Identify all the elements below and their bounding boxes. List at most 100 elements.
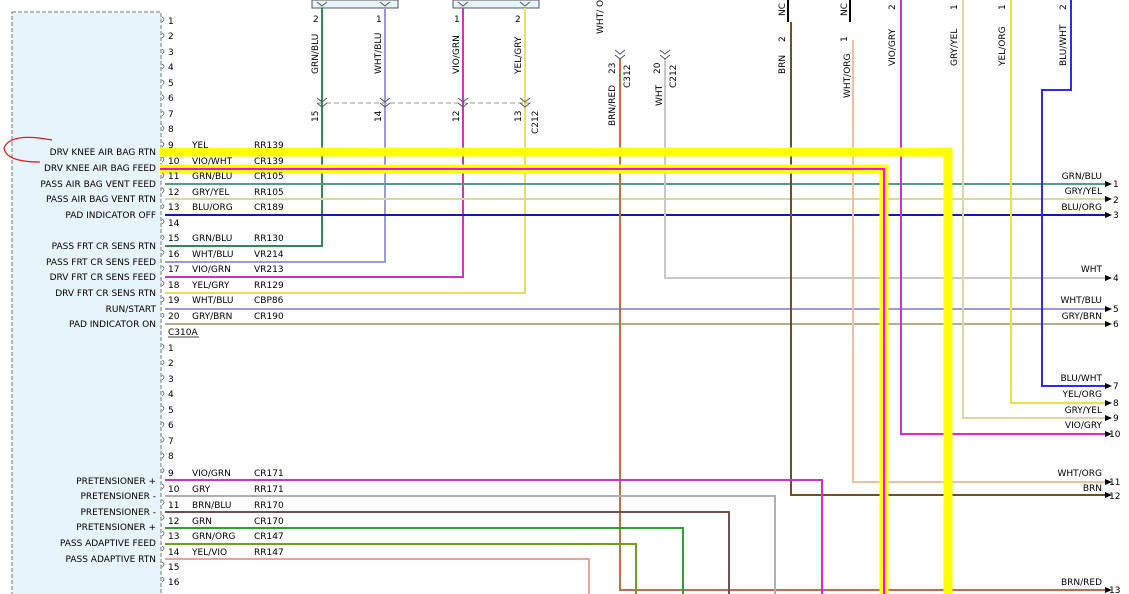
pin-number: 17: [168, 265, 179, 275]
wire-grn-blu-15: [165, 8, 323, 247]
wire-color-vertical: WHT/ORG: [843, 53, 853, 98]
wire-color: BLU/ORG: [192, 203, 233, 213]
wire-color: BRN: [1083, 484, 1102, 494]
module-label: PRETENSIONER +: [76, 523, 156, 533]
pin-number: 9: [168, 141, 174, 151]
module-label: DRV FRT CR SENS FEED: [50, 273, 156, 283]
wire-color-vertical: WHT: [655, 84, 665, 106]
pin-number: 8: [168, 452, 174, 462]
wire-color: GRY/YEL: [1065, 406, 1102, 416]
pin-number: 7: [168, 110, 174, 120]
pin-number: 15: [311, 111, 321, 122]
pins-a-top: 1 2 3 4 5 6 7 8: [168, 17, 174, 135]
arrow-icon: [1105, 415, 1112, 421]
pin-number: 2: [778, 36, 788, 42]
circuit-id: CBP86: [254, 296, 284, 306]
pin-number: 11: [168, 172, 179, 182]
arrow-icon: [1105, 383, 1112, 389]
arrow-icon: [1105, 321, 1112, 327]
wire-color-vertical: VIO/GRY: [888, 28, 898, 66]
pin-number: 13: [168, 532, 179, 542]
wire-color: GRN/BLU: [192, 172, 232, 182]
pin-number: 6: [168, 421, 174, 431]
circuit-id: RR105: [254, 188, 284, 198]
pin-number: 8: [1113, 399, 1119, 409]
pin-number: 9: [168, 469, 174, 479]
module-label: DRV KNEE AIR BAG FEED: [44, 164, 156, 174]
pin-number: 2: [1059, 4, 1069, 10]
pin-number: 16: [168, 578, 180, 588]
circuit-id: RR139: [254, 141, 284, 151]
wire-color: GRY/YEL: [192, 188, 229, 198]
circuit-id: RR171: [254, 485, 284, 495]
pin-number: 3: [168, 375, 174, 385]
pin-number: 16: [168, 250, 180, 260]
pin-number: 5: [168, 79, 174, 89]
pin-number: 6: [1113, 320, 1119, 330]
pin-number: 3: [168, 48, 174, 58]
wire-color: BRN/RED: [1061, 578, 1102, 588]
module-label: PASS FRT CR SENS FEED: [46, 258, 156, 268]
arrow-icon: [1105, 181, 1112, 187]
pin-number: 20: [168, 312, 180, 322]
pin-number: 19: [168, 296, 180, 306]
wire-color: VIO/GRY: [1065, 421, 1103, 431]
wire-color-vertical: GRN/BLU: [311, 34, 321, 74]
wire-color: GRN/ORG: [192, 532, 235, 542]
pin-number: 10: [168, 157, 180, 167]
module-label: PASS AIR BAG VENT RTN: [46, 195, 156, 205]
arrow-icon: [1105, 212, 1112, 218]
circuit-id: CR105: [254, 172, 284, 182]
pin-number: 1: [950, 4, 960, 10]
wire-color: WHT/BLU: [192, 250, 234, 260]
pin-number: 1: [454, 15, 460, 25]
pin-number: 2: [888, 4, 898, 10]
connector-label-c212: C212: [531, 111, 541, 134]
wire-color: BLU/WHT: [1060, 374, 1102, 384]
wire-color-vertical: BRN: [778, 55, 788, 74]
pin-number: 4: [168, 390, 174, 400]
wire-color-vertical: WHT/ ORG: [596, 0, 606, 34]
wires-section-a: [165, 0, 1105, 594]
wire-color: YEL/ORG: [1061, 390, 1102, 400]
pin-number: 1: [1113, 180, 1119, 190]
pin-number: 6: [168, 94, 174, 104]
pin-number: 14: [374, 110, 384, 122]
circuit-id: VR214: [254, 250, 284, 260]
pin-number: 11: [168, 501, 179, 511]
airbag-control-module: [11, 11, 162, 594]
pin-number: 5: [1113, 305, 1119, 315]
circuit-id: RR130: [254, 234, 284, 244]
pin-number: 1: [998, 4, 1008, 10]
pin-number: 15: [168, 563, 179, 573]
pin-number: 2: [168, 32, 174, 42]
pin-number: 1: [840, 36, 850, 42]
module-label: PASS ADAPTIVE FEED: [60, 539, 156, 549]
wire-color: WHT/ORG: [1057, 469, 1102, 479]
wire-color-vertical: YEL/ORG: [998, 26, 1008, 67]
circuit-id: CR147: [254, 532, 284, 542]
wire-color-vertical: VIO/GRN: [452, 35, 462, 74]
module-pin-brackets: [161, 16, 165, 583]
pin-number: 13: [1109, 586, 1120, 594]
pin-number: 2: [313, 15, 319, 25]
arrow-icon: [1105, 196, 1112, 202]
pin-number: 7: [168, 437, 174, 447]
pin-number: 23: [608, 63, 618, 74]
module-label: RUN/START: [106, 305, 157, 315]
pin-number: 1: [168, 344, 174, 354]
wiring-diagram: DRV KNEE AIR BAG RTN DRV KNEE AIR BAG FE…: [3, 0, 1121, 594]
pin-number: 1: [376, 15, 382, 25]
circuit-id: CR170: [254, 517, 284, 527]
pin-number: 2: [1113, 196, 1119, 206]
wire-color: WHT: [1081, 265, 1103, 275]
pin-number: 7: [1113, 382, 1119, 392]
right-color-labels: GRN/BLU GRY/YEL BLU/ORG WHT WHT/BLU GRY/…: [1057, 172, 1102, 588]
arrow-icon: [1105, 275, 1112, 281]
wire-color: GRN/BLU: [1062, 172, 1102, 182]
wire-yel-vio-b14: [165, 558, 590, 594]
wire-color-vertical: WHT/BLU: [374, 32, 384, 74]
circuit-id: CR139: [254, 157, 284, 167]
pin-number: 8: [168, 125, 174, 135]
wire-color: GRN/BLU: [192, 234, 232, 244]
